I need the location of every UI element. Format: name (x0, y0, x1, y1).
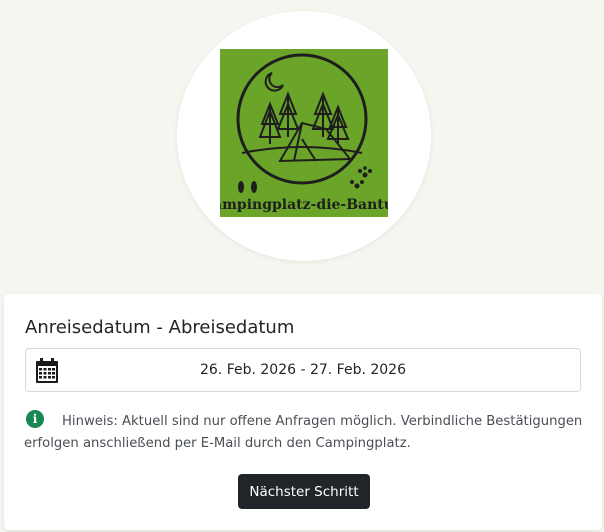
booking-notice: Hinweis: Aktuell sind nur offene Anfrage… (24, 414, 583, 451)
date-range-label: Anreisedatum - Abreisedatum (25, 317, 295, 338)
svg-text:Campingplatz-die-Bantu's: Campingplatz-die-Bantu's (220, 197, 388, 213)
booking-card: Anreisedatum - Abreisedatum 26. Feb. 202… (4, 294, 602, 530)
next-step-button[interactable]: Nächster Schritt (238, 474, 370, 509)
date-range-value: 26. Feb. 2026 - 27. Feb. 2026 (199, 362, 406, 378)
campground-logo: Campingplatz-die-Bantu's (220, 49, 388, 217)
date-range-picker[interactable]: 26. Feb. 2026 - 27. Feb. 2026 (25, 348, 581, 392)
